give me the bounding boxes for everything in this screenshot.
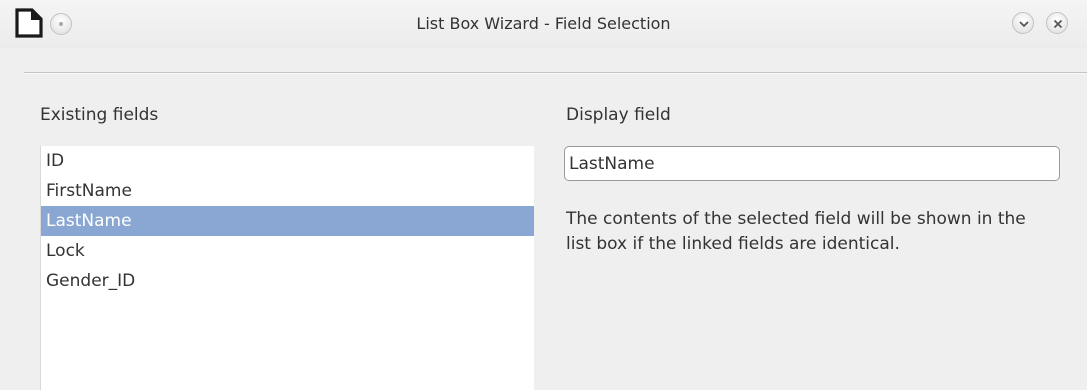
close-button[interactable]	[1046, 12, 1068, 34]
list-item-gender-id[interactable]: Gender_ID	[41, 266, 534, 296]
minimize-button[interactable]	[1012, 12, 1034, 34]
title-bar[interactable]: List Box Wizard - Field Selection	[0, 0, 1087, 48]
list-item-firstname[interactable]: FirstName	[41, 176, 534, 206]
list-item-lock[interactable]: Lock	[41, 236, 534, 266]
list-item-lastname[interactable]: LastName	[41, 206, 534, 236]
close-icon	[1053, 19, 1063, 29]
display-field-info-text: The contents of the selected field will …	[566, 209, 1026, 254]
list-item-id[interactable]: ID	[41, 146, 534, 176]
list-box-wizard-window: List Box Wizard - Field Selection Existi…	[0, 0, 1087, 390]
chevron-down-icon	[1019, 21, 1029, 28]
display-field-input[interactable]	[564, 146, 1060, 181]
existing-fields-label: Existing fields	[40, 105, 159, 125]
header-separator	[24, 72, 1087, 74]
display-field-label: Display field	[566, 105, 671, 125]
existing-fields-listbox[interactable]: ID FirstName LastName Lock Gender_ID	[40, 146, 534, 390]
window-title: List Box Wizard - Field Selection	[416, 14, 671, 33]
